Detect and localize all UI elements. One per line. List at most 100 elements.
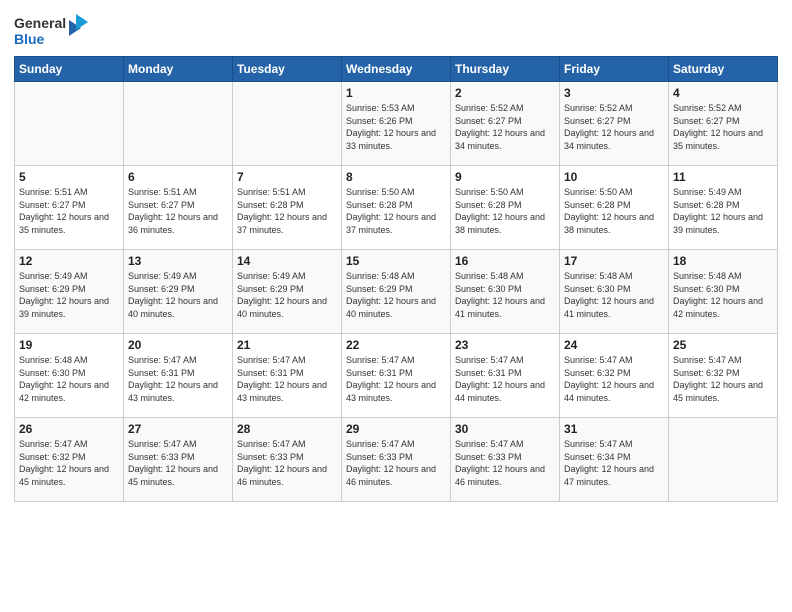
day-number: 30 (455, 422, 555, 436)
day-info: Sunrise: 5:49 AM Sunset: 6:29 PM Dayligh… (237, 270, 337, 320)
day-cell: 29 Sunrise: 5:47 AM Sunset: 6:33 PM Dayli… (342, 418, 451, 502)
day-number: 31 (564, 422, 664, 436)
header-friday: Friday (560, 57, 669, 82)
day-cell: 6 Sunrise: 5:51 AM Sunset: 6:27 PM Daylig… (124, 166, 233, 250)
day-info: Sunrise: 5:47 AM Sunset: 6:33 PM Dayligh… (128, 438, 228, 488)
day-number: 5 (19, 170, 119, 184)
day-number: 11 (673, 170, 773, 184)
day-number: 14 (237, 254, 337, 268)
day-cell: 28Sunrise: 5:47 AM Sunset: 6:33 PM Dayli… (233, 418, 342, 502)
week-row-2: 12 Sunrise: 5:49 AM Sunset: 6:29 PM Dayli… (15, 250, 778, 334)
day-cell: 10 Sunrise: 5:50 AM Sunset: 6:28 PM Dayli… (560, 166, 669, 250)
day-info: Sunrise: 5:48 AM Sunset: 6:30 PM Dayligh… (19, 354, 119, 404)
day-cell: 24 Sunrise: 5:47 AM Sunset: 6:32 PM Dayli… (560, 334, 669, 418)
day-info: Sunrise: 5:52 AM Sunset: 6:27 PM Dayligh… (455, 102, 555, 152)
day-info: Sunrise: 5:48 AM Sunset: 6:29 PM Dayligh… (346, 270, 446, 320)
day-number: 18 (673, 254, 773, 268)
day-info: Sunrise: 5:47 AM Sunset: 6:34 PM Dayligh… (564, 438, 664, 488)
day-number: 12 (19, 254, 119, 268)
day-number: 10 (564, 170, 664, 184)
svg-text:Blue: Blue (14, 31, 45, 47)
day-info: Sunrise: 5:50 AM Sunset: 6:28 PM Dayligh… (346, 186, 446, 236)
day-cell: 9 Sunrise: 5:50 AM Sunset: 6:28 PM Daylig… (451, 166, 560, 250)
day-cell: 12Sunrise: 5:49 AM Sunset: 6:29 PM Dayli… (15, 250, 124, 334)
day-info: Sunrise: 5:47 AM Sunset: 6:31 PM Dayligh… (346, 354, 446, 404)
day-cell: 13 Sunrise: 5:49 AM Sunset: 6:29 PM Dayli… (124, 250, 233, 334)
day-number: 27 (128, 422, 228, 436)
logo-svg: GeneralBlue (14, 10, 94, 50)
day-cell: 15 Sunrise: 5:48 AM Sunset: 6:29 PM Dayli… (342, 250, 451, 334)
day-info: Sunrise: 5:47 AM Sunset: 6:31 PM Dayligh… (237, 354, 337, 404)
day-cell: 26 Sunrise: 5:47 AM Sunset: 6:32 PM Dayli… (15, 418, 124, 502)
logo: GeneralBlue (14, 10, 94, 50)
day-number: 15 (346, 254, 446, 268)
day-info: Sunrise: 5:47 AM Sunset: 6:33 PM Dayligh… (237, 438, 337, 488)
day-info: Sunrise: 5:47 AM Sunset: 6:31 PM Dayligh… (455, 354, 555, 404)
day-info: Sunrise: 5:50 AM Sunset: 6:28 PM Dayligh… (564, 186, 664, 236)
calendar-table: SundayMondayTuesdayWednesdayThursdayFrid… (14, 56, 778, 502)
day-number: 25 (673, 338, 773, 352)
day-number: 20 (128, 338, 228, 352)
day-cell: 22Sunrise: 5:47 AM Sunset: 6:31 PM Dayli… (342, 334, 451, 418)
day-info: Sunrise: 5:48 AM Sunset: 6:30 PM Dayligh… (564, 270, 664, 320)
day-number: 23 (455, 338, 555, 352)
day-info: Sunrise: 5:47 AM Sunset: 6:32 PM Dayligh… (564, 354, 664, 404)
header-monday: Monday (124, 57, 233, 82)
day-info: Sunrise: 5:47 AM Sunset: 6:33 PM Dayligh… (455, 438, 555, 488)
day-number: 29 (346, 422, 446, 436)
day-info: Sunrise: 5:48 AM Sunset: 6:30 PM Dayligh… (455, 270, 555, 320)
day-info: Sunrise: 5:51 AM Sunset: 6:27 PM Dayligh… (128, 186, 228, 236)
header-saturday: Saturday (669, 57, 778, 82)
day-number: 26 (19, 422, 119, 436)
day-cell (233, 82, 342, 166)
day-cell: 17 Sunrise: 5:48 AM Sunset: 6:30 PM Dayli… (560, 250, 669, 334)
week-row-0: 1 Sunrise: 5:53 AM Sunset: 6:26 PM Daylig… (15, 82, 778, 166)
day-cell: 21 Sunrise: 5:47 AM Sunset: 6:31 PM Dayli… (233, 334, 342, 418)
day-info: Sunrise: 5:52 AM Sunset: 6:27 PM Dayligh… (673, 102, 773, 152)
day-number: 6 (128, 170, 228, 184)
header: GeneralBlue (14, 10, 778, 50)
day-cell (15, 82, 124, 166)
day-number: 9 (455, 170, 555, 184)
day-cell: 14 Sunrise: 5:49 AM Sunset: 6:29 PM Dayli… (233, 250, 342, 334)
day-number: 8 (346, 170, 446, 184)
page: GeneralBlue SundayMondayTuesdayWednesday… (0, 0, 792, 612)
day-cell: 19 Sunrise: 5:48 AM Sunset: 6:30 PM Dayli… (15, 334, 124, 418)
day-number: 24 (564, 338, 664, 352)
day-info: Sunrise: 5:49 AM Sunset: 6:29 PM Dayligh… (128, 270, 228, 320)
day-info: Sunrise: 5:47 AM Sunset: 6:33 PM Dayligh… (346, 438, 446, 488)
day-cell: 16 Sunrise: 5:48 AM Sunset: 6:30 PM Dayli… (451, 250, 560, 334)
week-row-3: 19 Sunrise: 5:48 AM Sunset: 6:30 PM Dayli… (15, 334, 778, 418)
header-wednesday: Wednesday (342, 57, 451, 82)
day-number: 13 (128, 254, 228, 268)
day-info: Sunrise: 5:50 AM Sunset: 6:28 PM Dayligh… (455, 186, 555, 236)
day-number: 1 (346, 86, 446, 100)
header-tuesday: Tuesday (233, 57, 342, 82)
day-info: Sunrise: 5:48 AM Sunset: 6:30 PM Dayligh… (673, 270, 773, 320)
day-number: 17 (564, 254, 664, 268)
day-cell (669, 418, 778, 502)
day-cell: 18 Sunrise: 5:48 AM Sunset: 6:30 PM Dayli… (669, 250, 778, 334)
day-cell: 8 Sunrise: 5:50 AM Sunset: 6:28 PM Daylig… (342, 166, 451, 250)
day-cell: 3Sunrise: 5:52 AM Sunset: 6:27 PM Daylig… (560, 82, 669, 166)
day-info: Sunrise: 5:53 AM Sunset: 6:26 PM Dayligh… (346, 102, 446, 152)
day-number: 21 (237, 338, 337, 352)
header-row: SundayMondayTuesdayWednesdayThursdayFrid… (15, 57, 778, 82)
day-info: Sunrise: 5:52 AM Sunset: 6:27 PM Dayligh… (564, 102, 664, 152)
day-cell: 4 Sunrise: 5:52 AM Sunset: 6:27 PM Daylig… (669, 82, 778, 166)
day-number: 2 (455, 86, 555, 100)
day-info: Sunrise: 5:49 AM Sunset: 6:28 PM Dayligh… (673, 186, 773, 236)
day-info: Sunrise: 5:51 AM Sunset: 6:27 PM Dayligh… (19, 186, 119, 236)
day-cell (124, 82, 233, 166)
day-cell: 30 Sunrise: 5:47 AM Sunset: 6:33 PM Dayli… (451, 418, 560, 502)
day-info: Sunrise: 5:47 AM Sunset: 6:31 PM Dayligh… (128, 354, 228, 404)
day-number: 4 (673, 86, 773, 100)
day-cell: 7Sunrise: 5:51 AM Sunset: 6:28 PM Daylig… (233, 166, 342, 250)
week-row-1: 5 Sunrise: 5:51 AM Sunset: 6:27 PM Daylig… (15, 166, 778, 250)
day-cell: 25Sunrise: 5:47 AM Sunset: 6:32 PM Dayli… (669, 334, 778, 418)
day-number: 16 (455, 254, 555, 268)
day-number: 19 (19, 338, 119, 352)
day-cell: 2 Sunrise: 5:52 AM Sunset: 6:27 PM Daylig… (451, 82, 560, 166)
day-info: Sunrise: 5:47 AM Sunset: 6:32 PM Dayligh… (19, 438, 119, 488)
day-number: 7 (237, 170, 337, 184)
